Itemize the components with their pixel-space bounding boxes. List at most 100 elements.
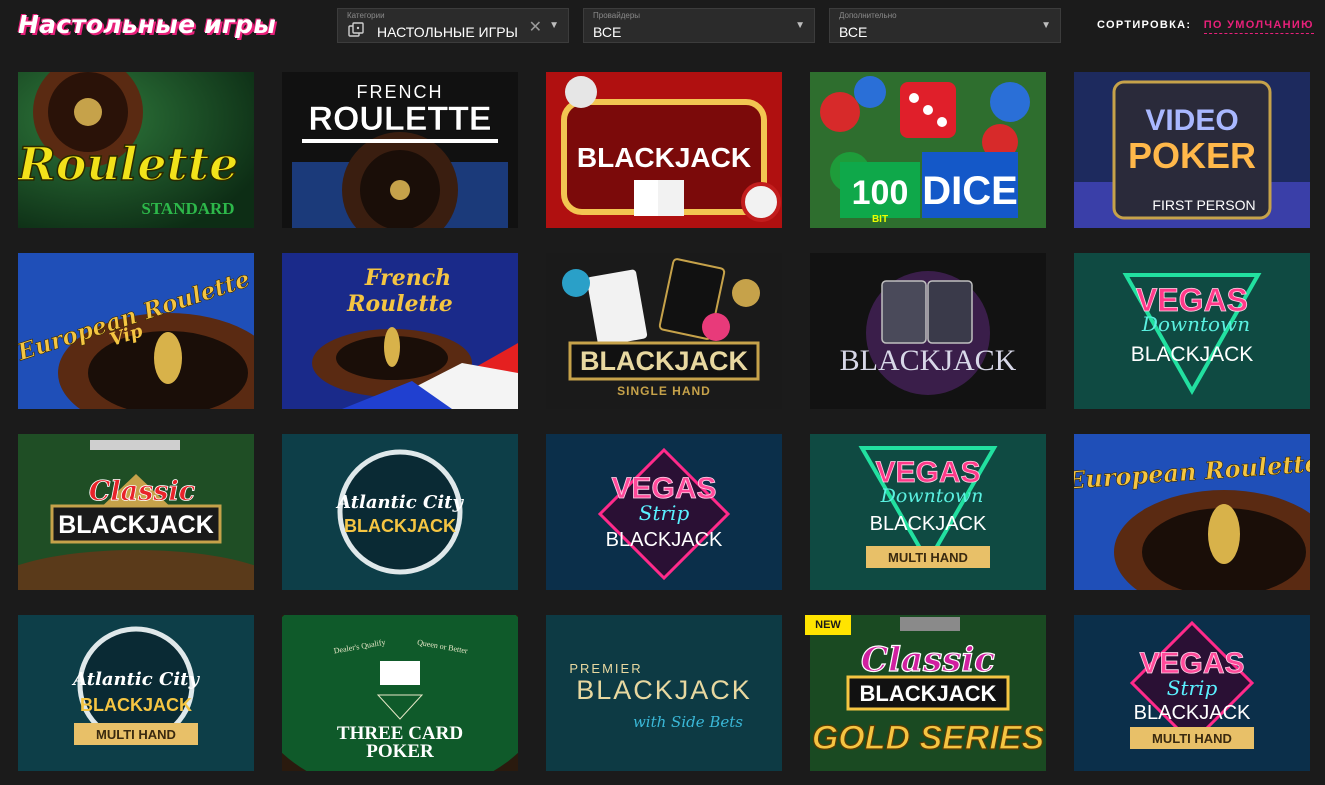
game-tag: FIRST PERSON: [1152, 197, 1255, 213]
game-subtitle: ROULETTE: [308, 100, 491, 138]
game-tile-vegas-strip-blackjack[interactable]: VEGAS Strip BLACKJACK: [546, 434, 782, 590]
game-title: BLACKJACK: [580, 346, 749, 376]
game-thumbnail: Dealer's Qualify Queen or Better THREE C…: [282, 615, 518, 771]
category-filter[interactable]: Категории НАСТОЛЬНЫЕ ИГРЫ ✕ ▼: [337, 8, 569, 43]
extra-filter[interactable]: Дополнительно ВСЕ ▼: [829, 8, 1061, 43]
game-tile-atlantic-city-blackjack[interactable]: Atlantic City BLACKJACK: [282, 434, 518, 590]
game-thumbnail: 100 DICE BIT: [810, 72, 1046, 228]
game-thumbnail: Atlantic City BLACKJACK: [282, 434, 518, 590]
game-tag: BLACKJACK: [1134, 702, 1251, 724]
provider-filter-value: ВСЕ: [593, 24, 622, 40]
game-title: VIDEO: [1145, 104, 1238, 137]
game-title: Atlantic City: [335, 492, 464, 513]
chevron-down-icon[interactable]: ▼: [795, 20, 805, 31]
provider-filter-label: Провайдеры: [593, 11, 641, 20]
game-thumbnail: Roulette STANDARD: [18, 72, 254, 228]
game-title: Atlantic City: [71, 669, 200, 690]
game-thumbnail: VEGAS Downtown BLACKJACK MULTI HAND: [810, 434, 1046, 590]
game-grid: Roulette STANDARD FRENCH ROULETTE BLACKJ…: [18, 72, 1310, 772]
category-filter-value: НАСТОЛЬНЫЕ ИГРЫ: [377, 24, 518, 40]
game-banner: MULTI HAND: [96, 727, 176, 742]
game-tag: BLACKJACK: [870, 513, 987, 535]
game-tile-classic-blackjack[interactable]: Classic BLACKJACK: [18, 434, 254, 590]
game-tile-european-roulette-vip[interactable]: European Roulette Vip: [18, 253, 254, 409]
game-subtitle: Downtown: [1141, 312, 1250, 336]
game-tile-vegas-downtown-blackjack[interactable]: VEGAS Downtown BLACKJACK: [1074, 253, 1310, 409]
game-subtitle: DICE: [922, 169, 1018, 213]
game-tile-european-roulette[interactable]: European Roulette: [1074, 434, 1310, 590]
chevron-down-icon[interactable]: ▼: [1041, 20, 1051, 31]
game-subtitle: POKER: [366, 741, 434, 762]
game-tile-premier-blackjack[interactable]: PREMIER BLACKJACK with Side Bets: [546, 615, 782, 771]
game-tile-roulette-standard[interactable]: Roulette STANDARD: [18, 72, 254, 228]
game-subtitle: BLACKJACK: [80, 695, 192, 715]
game-thumbnail: VIDEO POKER FIRST PERSON: [1074, 72, 1310, 228]
sort-dropdown[interactable]: ПО УМОЛЧАНИЮ: [1203, 19, 1314, 34]
game-thumbnail: European Roulette: [1074, 434, 1310, 590]
game-title: 100: [852, 174, 909, 212]
extra-filter-value: ВСЕ: [839, 24, 868, 40]
game-subtitle: Strip: [639, 501, 690, 525]
game-tile-100-bit-dice[interactable]: 100 DICE BIT: [810, 72, 1046, 228]
game-subtitle: POKER: [1128, 135, 1256, 176]
game-tile-atlantic-city-multi-hand[interactable]: Atlantic City BLACKJACK MULTI HAND: [18, 615, 254, 771]
game-subtitle: BLACKJACK: [58, 511, 214, 539]
game-tag: BIT: [872, 214, 888, 225]
game-subtitle: BLACKJACK: [576, 675, 752, 705]
game-thumbnail: BLACKJACK: [810, 253, 1046, 409]
game-subtitle: BLACKJACK: [860, 681, 997, 706]
game-subtitle: Roulette: [346, 291, 453, 317]
game-thumbnail: European Roulette Vip: [18, 253, 254, 409]
game-tile-french-roulette-2[interactable]: French Roulette: [282, 253, 518, 409]
game-thumbnail: French Roulette: [282, 253, 518, 409]
provider-filter[interactable]: Провайдеры ВСЕ ▼: [583, 8, 815, 43]
game-tile-french-roulette[interactable]: FRENCH ROULETTE: [282, 72, 518, 228]
game-tag: BLACKJACK: [606, 529, 723, 551]
game-tag: GOLD SERIES: [812, 719, 1045, 757]
game-subtitle: Downtown: [880, 485, 984, 507]
game-title: FRENCH: [357, 82, 444, 102]
game-tile-blackjack-dark[interactable]: BLACKJACK: [810, 253, 1046, 409]
game-thumbnail: Classic BLACKJACK GOLD SERIES: [810, 615, 1046, 771]
game-tile-vegas-downtown-multi-hand[interactable]: VEGAS Downtown BLACKJACK MULTI HAND: [810, 434, 1046, 590]
game-title: Classic: [861, 640, 995, 680]
game-tile-video-poker[interactable]: VIDEO POKER FIRST PERSON: [1074, 72, 1310, 228]
game-title: BLACKJACK: [840, 344, 1017, 377]
game-thumbnail: Atlantic City BLACKJACK MULTI HAND: [18, 615, 254, 771]
game-thumbnail: VEGAS Strip BLACKJACK MULTI HAND: [1074, 615, 1310, 771]
game-thumbnail: BLACKJACK SINGLE HAND: [546, 253, 782, 409]
game-tile-classic-blackjack-gold-series[interactable]: Classic BLACKJACK GOLD SERIES: [810, 615, 1046, 771]
chevron-down-icon[interactable]: ▼: [549, 20, 559, 31]
game-tile-blackjack[interactable]: BLACKJACK: [546, 72, 782, 228]
game-subtitle: STANDARD: [141, 199, 234, 218]
game-thumbnail: PREMIER BLACKJACK with Side Bets: [546, 615, 782, 771]
game-thumbnail: Classic BLACKJACK: [18, 434, 254, 590]
game-thumbnail: FRENCH ROULETTE: [282, 72, 518, 228]
game-thumbnail: VEGAS Strip BLACKJACK: [546, 434, 782, 590]
game-tag: BLACKJACK: [1131, 343, 1254, 366]
game-title: Classic: [89, 476, 195, 507]
clear-icon[interactable]: ✕: [529, 17, 542, 37]
sort-label: СОРТИРОВКА:: [1097, 19, 1192, 31]
game-subtitle: Strip: [1167, 676, 1218, 700]
game-thumbnail: BLACKJACK: [546, 72, 782, 228]
new-badge: NEW: [805, 615, 851, 635]
game-thumbnail: VEGAS Downtown BLACKJACK: [1074, 253, 1310, 409]
page-title: Настольные игры: [18, 10, 277, 39]
table-game-icon: [348, 22, 364, 37]
game-subtitle: BLACKJACK: [344, 516, 456, 536]
category-filter-label: Категории: [347, 11, 385, 20]
game-title: French: [364, 265, 451, 291]
game-tile-three-card-poker[interactable]: Dealer's Qualify Queen or Better THREE C…: [282, 615, 518, 771]
game-tile-blackjack-single-hand[interactable]: BLACKJACK SINGLE HAND: [546, 253, 782, 409]
game-banner: MULTI HAND: [888, 550, 968, 565]
game-title: Roulette: [18, 137, 238, 191]
header-bar: Настольные игры Категории НАСТОЛЬНЫЕ ИГР…: [0, 0, 1325, 50]
extra-filter-label: Дополнительно: [839, 11, 897, 20]
game-title: PREMIER: [569, 661, 642, 676]
sort-control: СОРТИРОВКА: ПО УМОЛЧАНИЮ: [1097, 19, 1314, 34]
game-banner: MULTI HAND: [1152, 731, 1232, 746]
game-tag: with Side Bets: [633, 713, 743, 731]
game-subtitle: SINGLE HAND: [617, 384, 711, 398]
game-tile-vegas-strip-multi-hand[interactable]: VEGAS Strip BLACKJACK MULTI HAND: [1074, 615, 1310, 771]
